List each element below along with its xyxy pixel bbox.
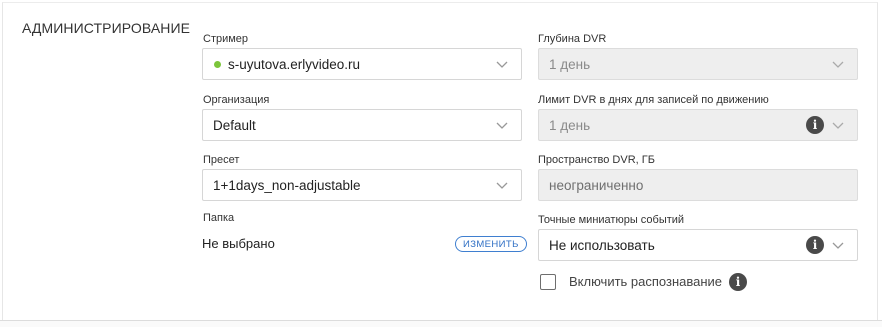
- streamer-select[interactable]: s-uyutova.erlyvideo.ru: [202, 48, 522, 80]
- dvr-depth-label: Глубина DVR: [538, 33, 607, 45]
- chevron-down-icon: [496, 122, 508, 129]
- streamer-label: Стример: [203, 33, 249, 45]
- change-folder-button[interactable]: ИЗМЕНИТЬ: [455, 236, 527, 252]
- dvr-depth-value: 1 день: [549, 56, 591, 72]
- folder-label: Папка: [203, 212, 235, 224]
- info-icon[interactable]: i: [806, 236, 824, 254]
- dvr-depth-select[interactable]: 1 день: [538, 48, 858, 80]
- organization-select[interactable]: Default: [202, 109, 522, 141]
- preset-select[interactable]: 1+1days_non-adjustable: [202, 169, 522, 201]
- recognition-checkbox[interactable]: [540, 274, 556, 290]
- chevron-down-icon: [832, 242, 844, 249]
- recognition-label: Включить распознавание: [569, 274, 723, 289]
- info-icon[interactable]: i: [729, 273, 747, 291]
- dvr-motion-limit-label: Лимит DVR в днях для записей по движению: [538, 94, 769, 106]
- organization-label: Организация: [203, 94, 270, 106]
- section-title: АДМИНИСТРИРОВАНИЕ: [22, 20, 191, 36]
- chevron-down-icon: [832, 61, 844, 68]
- dvr-motion-limit-select[interactable]: 1 день i: [538, 109, 858, 141]
- organization-value: Default: [213, 117, 256, 133]
- preset-value: 1+1days_non-adjustable: [213, 177, 361, 193]
- info-icon[interactable]: i: [806, 116, 824, 134]
- preset-label: Пресет: [203, 154, 240, 166]
- event-thumbnails-select[interactable]: Не использовать i: [538, 229, 858, 261]
- chevron-down-icon: [496, 61, 508, 68]
- online-status-dot: [214, 60, 221, 68]
- dvr-space-label: Пространство DVR, ГБ: [538, 154, 655, 166]
- event-thumbnails-label: Точные миниатюры событий: [538, 214, 685, 226]
- dvr-space-value: неограниченно: [549, 177, 644, 193]
- dvr-space-input[interactable]: неограниченно: [538, 169, 858, 201]
- chevron-down-icon: [832, 122, 844, 129]
- chevron-down-icon: [496, 182, 508, 189]
- streamer-value: s-uyutova.erlyvideo.ru: [228, 56, 361, 72]
- folder-value: Не выбрано: [202, 236, 275, 251]
